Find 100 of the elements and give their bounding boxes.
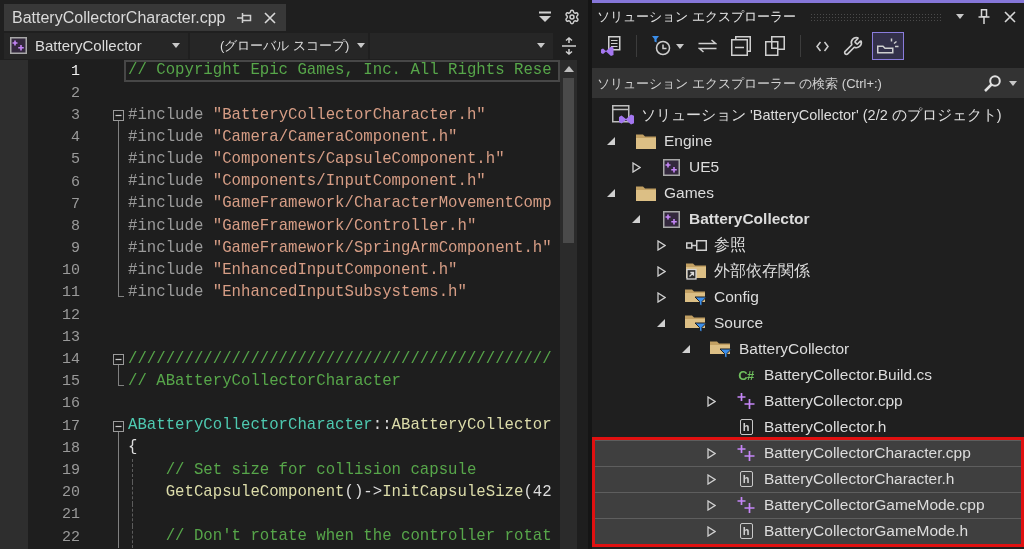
preview-button[interactable] bbox=[872, 32, 904, 60]
code-line: ///////////////////////////////////////////// bbox=[128, 351, 552, 368]
tree-item[interactable]: Games bbox=[592, 180, 1024, 206]
code-line: // ABatteryCollectorCharacter bbox=[128, 373, 401, 390]
scrollbar-thumb[interactable] bbox=[563, 78, 574, 243]
code-line: #include "Camera/CameraComponent.h" bbox=[128, 129, 458, 146]
expander-triangle-icon[interactable] bbox=[657, 239, 666, 251]
code-line: #include "EnhancedInputComponent.h" bbox=[128, 262, 458, 279]
folder-icon bbox=[636, 133, 656, 149]
line-number: 21 bbox=[62, 507, 80, 523]
stacked-pages-icon[interactable] bbox=[765, 36, 785, 56]
header-file-badge: h bbox=[739, 419, 753, 435]
line-number: 20 bbox=[62, 485, 80, 501]
tree-item[interactable]: 参照 bbox=[592, 232, 1024, 258]
code-line: // Don't rotate when the controller rotat bbox=[164, 529, 552, 545]
tree-item[interactable]: h BatteryCollectorGameMode.h bbox=[595, 518, 1021, 544]
filter-folder-icon bbox=[710, 340, 732, 358]
scroll-up-arrow-icon[interactable] bbox=[563, 66, 574, 72]
expander-triangle-icon[interactable] bbox=[632, 215, 640, 223]
line-number: 2 bbox=[71, 85, 80, 101]
tree-item[interactable]: BatteryCollectorCharacter.cpp bbox=[595, 440, 1021, 466]
caret-icon[interactable] bbox=[1009, 80, 1017, 86]
line-number: 22 bbox=[62, 529, 80, 545]
tree-item[interactable]: ソリューション 'BatteryCollector' (2/2 のプロジェクト) bbox=[592, 102, 1024, 128]
tree-item[interactable]: BatteryCollector bbox=[592, 336, 1024, 362]
line-number: 10 bbox=[62, 263, 80, 279]
search-field[interactable]: ソリューション エクスプローラー の検索 (Ctrl+:) bbox=[597, 71, 976, 95]
pin-icon[interactable] bbox=[237, 11, 253, 24]
project-dropdown[interactable]: BatteryCollector bbox=[4, 32, 188, 59]
settings-icon[interactable] bbox=[564, 8, 580, 25]
caret-icon[interactable] bbox=[537, 43, 545, 48]
expander-triangle-icon[interactable] bbox=[607, 137, 615, 145]
fold-toggle-icon[interactable] bbox=[112, 109, 124, 121]
code-line: #include "EnhancedInputSubsystems.h" bbox=[128, 285, 467, 301]
plus-signs-icon bbox=[737, 393, 755, 409]
tray-sparkle-icon[interactable] bbox=[877, 38, 899, 54]
caret-icon[interactable] bbox=[172, 43, 180, 48]
file-tab[interactable]: BatteryCollectorCharacter.cpp bbox=[4, 4, 287, 31]
close-icon[interactable] bbox=[264, 11, 277, 24]
expander-triangle-icon[interactable] bbox=[682, 345, 690, 353]
line-number: 19 bbox=[62, 462, 80, 478]
window-logo-icon bbox=[612, 105, 634, 125]
wrench-icon[interactable] bbox=[843, 36, 863, 56]
tree-item[interactable]: BatteryCollectorGameMode.cpp bbox=[595, 492, 1021, 518]
plus-box-icon bbox=[662, 210, 680, 228]
line-number: 17 bbox=[62, 418, 80, 434]
expander-triangle-icon[interactable] bbox=[707, 473, 716, 485]
collapse-box-icon[interactable] bbox=[731, 36, 751, 56]
caret-icon[interactable] bbox=[357, 43, 366, 48]
expander-triangle-icon[interactable] bbox=[632, 161, 641, 173]
expander-triangle-icon[interactable] bbox=[657, 291, 666, 303]
expander-triangle-icon[interactable] bbox=[707, 395, 716, 407]
dropdown-list-icon[interactable] bbox=[538, 10, 552, 23]
tree-item[interactable]: h BatteryCollectorCharacter.h bbox=[595, 466, 1021, 492]
tree-item[interactable]: BatteryCollector bbox=[592, 206, 1024, 232]
line-number: 16 bbox=[62, 396, 80, 412]
close-icon[interactable] bbox=[1004, 10, 1016, 23]
line-number: 5 bbox=[71, 152, 80, 168]
caret-icon[interactable] bbox=[956, 14, 964, 19]
tree-item[interactable]: Engine bbox=[592, 128, 1024, 154]
fold-toggle-icon[interactable] bbox=[112, 420, 124, 432]
tree-item[interactable]: BatteryCollector.cpp bbox=[592, 388, 1024, 414]
expander-triangle-icon[interactable] bbox=[707, 447, 716, 459]
code-line: ABatteryCollectorCharacter::ABatteryCollector bbox=[128, 418, 552, 434]
fold-toggle-icon[interactable] bbox=[112, 354, 124, 366]
code-line: { bbox=[128, 440, 138, 457]
search-icon[interactable] bbox=[984, 74, 1001, 92]
line-number: 8 bbox=[71, 218, 80, 234]
expander-triangle-icon[interactable] bbox=[657, 319, 665, 327]
tree-item[interactable]: Source bbox=[592, 310, 1024, 336]
line-number: 12 bbox=[62, 307, 80, 323]
csharp-file-label: C# bbox=[738, 367, 754, 383]
document-logo-icon[interactable] bbox=[601, 36, 621, 56]
tree-item[interactable]: h BatteryCollector.h bbox=[592, 414, 1024, 440]
line-number: 1 bbox=[71, 63, 80, 79]
split-icon[interactable] bbox=[561, 36, 577, 55]
filter-folder-icon bbox=[685, 314, 707, 332]
tree-item[interactable]: Config bbox=[592, 284, 1024, 310]
sync-arrows-icon[interactable] bbox=[698, 39, 717, 53]
code-brackets-icon[interactable] bbox=[816, 40, 829, 52]
line-number: 13 bbox=[62, 329, 80, 345]
tree-item[interactable]: UE5 bbox=[592, 154, 1024, 180]
code-line: #include "Components/CapsuleComponent.h" bbox=[128, 152, 505, 168]
plus-box-icon bbox=[662, 158, 680, 176]
scrollbar-track[interactable] bbox=[560, 60, 577, 549]
clock-filter-icon[interactable] bbox=[652, 36, 671, 56]
code-line: #include "Components/InputComponent.h" bbox=[128, 174, 486, 190]
search-box[interactable]: ソリューション エクスプローラー の検索 (Ctrl+:) bbox=[592, 68, 1024, 98]
tree-item[interactable]: 外部依存関係 bbox=[592, 258, 1024, 284]
tree-item[interactable]: C# BatteryCollector.Build.cs bbox=[592, 362, 1024, 388]
expander-triangle-icon[interactable] bbox=[707, 499, 716, 511]
expander-triangle-icon[interactable] bbox=[707, 525, 716, 537]
plus-signs-icon bbox=[737, 497, 755, 513]
expander-triangle-icon[interactable] bbox=[607, 189, 615, 197]
pin-icon[interactable] bbox=[978, 9, 990, 24]
line-number: 7 bbox=[71, 196, 80, 212]
scope-dropdown[interactable]: (グローバル スコープ) bbox=[190, 32, 368, 59]
code-line: #include "GameFramework/CharacterMovementComp bbox=[128, 196, 552, 213]
caret-icon[interactable] bbox=[676, 43, 684, 49]
expander-triangle-icon[interactable] bbox=[657, 265, 666, 277]
